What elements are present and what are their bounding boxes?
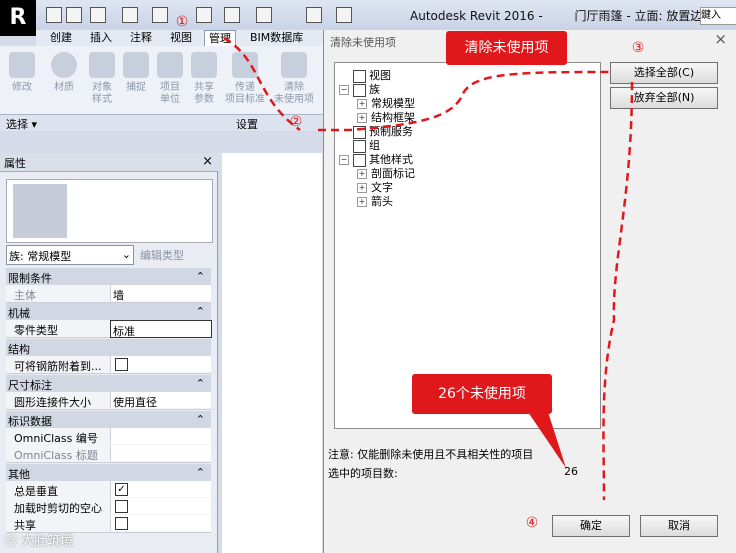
callout-pointer [528, 412, 566, 468]
step-marker-2: ② [289, 114, 303, 130]
dashed-arrow-3 [602, 81, 634, 501]
step-marker-4: ④ [525, 515, 539, 531]
step-marker-3: ③ [631, 40, 645, 56]
dashed-arrow-2 [318, 70, 613, 132]
annotation-overlay [223, 36, 634, 501]
watermark: ⓔ 大肚筑境 [4, 534, 74, 549]
step-marker-1: ① [175, 14, 189, 30]
callout-unused-count: 26个未使用项 [412, 374, 552, 414]
callout-purge-unused: 清除未使用项 [446, 31, 567, 65]
